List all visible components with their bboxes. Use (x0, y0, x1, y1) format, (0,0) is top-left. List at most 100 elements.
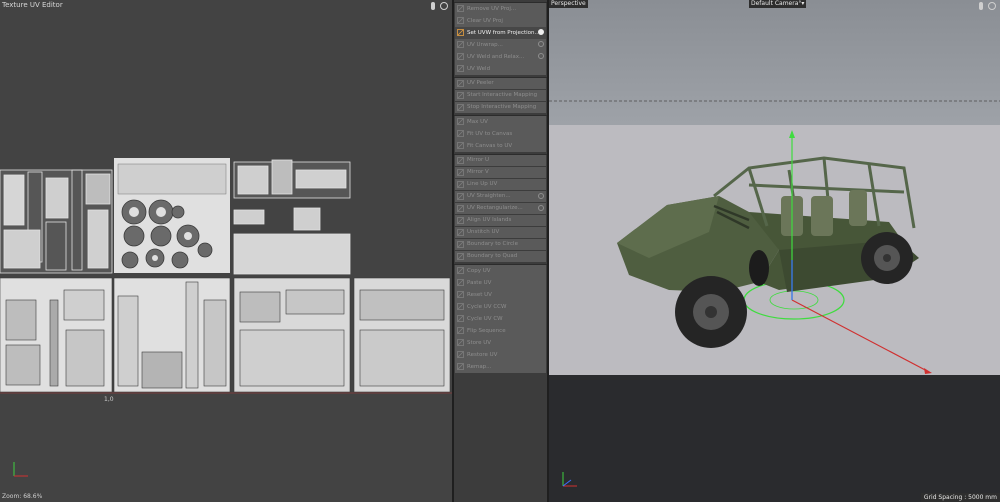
command-label: Boundary to Circle (467, 241, 518, 248)
command-group-1: Remove UV Proj... Clear UV Proj Set UVW fr… (454, 2, 547, 75)
command-label: Line Up UV (467, 181, 498, 188)
fit-uv-icon (457, 130, 464, 137)
command-label: Remap... (467, 363, 492, 370)
command-label: Boundary to Quad (467, 253, 518, 260)
uv-tile-top-left (0, 169, 113, 274)
command-button[interactable]: Align UV Islands (455, 214, 546, 226)
mid-wheel (749, 250, 769, 286)
uv-tile-bottom-mid (113, 277, 231, 393)
camera-name: Default Camera (751, 0, 799, 7)
flip-sequence-icon (457, 327, 464, 334)
rear-wheel (861, 232, 913, 284)
gear-icon[interactable] (538, 41, 544, 47)
command-button[interactable]: Fit UV to Canvas (455, 128, 546, 140)
gear-icon[interactable] (538, 204, 544, 211)
command-label: Unstitch UV (467, 229, 500, 236)
store-uv-icon (457, 339, 464, 346)
command-button[interactable]: Flip Sequence (455, 325, 546, 337)
perspective-viewport[interactable]: Perspective Default Camera°▾ Grid Spacin… (549, 0, 1000, 502)
max-uv-icon (457, 118, 464, 125)
command-button[interactable]: Copy UV (455, 265, 546, 277)
uv-tile-bottom-left (0, 277, 113, 393)
command-button[interactable]: Restore UV (455, 349, 546, 361)
command-button[interactable]: UV Straighten... (455, 190, 546, 202)
command-button[interactable]: Start Interactive Mapping (455, 89, 546, 101)
command-label: Restore UV (467, 351, 498, 358)
viewport-fullscreen-icon[interactable] (988, 2, 996, 10)
camera-dropdown-icon: °▾ (798, 0, 805, 7)
uv-weld-relax-icon (457, 53, 464, 60)
uv-rectangularize-icon (457, 204, 464, 212)
camera-selector[interactable]: Default Camera°▾ (749, 0, 807, 8)
command-label: Clear UV Proj (467, 17, 503, 24)
command-button[interactable]: Unstitch UV (455, 226, 546, 238)
unstitch-uv-icon (457, 228, 464, 236)
command-button[interactable]: Remap... (455, 361, 546, 373)
remap-icon (457, 363, 464, 370)
gear-icon[interactable] (538, 53, 544, 59)
command-button[interactable]: UV Unwrap... (455, 39, 546, 51)
command-button[interactable]: UV Peeler (455, 77, 546, 89)
remove-uv-icon (457, 5, 464, 12)
uv-straighten-icon (457, 192, 464, 200)
mirror-u-icon (457, 156, 464, 164)
uv-weld-icon (457, 65, 464, 72)
command-button[interactable]: Reset UV (455, 289, 546, 301)
command-button[interactable]: Line Up UV (455, 178, 546, 190)
command-button[interactable]: Clear UV Proj (455, 15, 546, 27)
command-label: Fit UV to Canvas (467, 130, 513, 137)
command-button[interactable]: Set UVW from Projection... (455, 27, 546, 39)
uv-tile-bottom-right (233, 277, 451, 393)
viewport-scene[interactable] (549, 0, 1000, 502)
command-button[interactable]: UV Weld (455, 63, 546, 75)
command-group-2: UV Peeler Start Interactive Mapping Stop I… (454, 76, 547, 113)
command-button[interactable]: Mirror U (455, 154, 546, 166)
set-uvw-icon (457, 29, 464, 36)
command-button[interactable]: UV Rectangularize... (455, 202, 546, 214)
align-islands-icon (457, 216, 464, 224)
view-name-label[interactable]: Perspective (549, 0, 588, 8)
command-button[interactable]: Store UV (455, 337, 546, 349)
command-label: Paste UV (467, 279, 492, 286)
command-label: Cycle UV CCW (467, 303, 507, 310)
uv-tile-top-right (233, 159, 351, 275)
uv-coord-label: 1,0 (104, 396, 114, 403)
viewport-header-icons (979, 2, 996, 10)
command-label: Max UV (467, 118, 488, 125)
command-button[interactable]: Remove UV Proj... (455, 3, 546, 15)
mirror-v-icon (457, 168, 464, 176)
restore-uv-icon (457, 351, 464, 358)
gear-icon[interactable] (538, 29, 544, 35)
command-group-3: Max UV Fit UV to Canvas Fit Canvas to UV (454, 115, 547, 152)
zoom-level: Zoom: 68.6% (2, 493, 43, 500)
clear-uv-icon (457, 17, 464, 24)
stop-mapping-icon (457, 103, 464, 111)
command-button[interactable]: Mirror V (455, 166, 546, 178)
line-up-uv-icon (457, 180, 464, 188)
viewport-pin-icon[interactable] (979, 2, 983, 10)
command-label: Remove UV Proj... (467, 5, 517, 12)
command-label: Cycle UV CW (467, 315, 503, 322)
command-button[interactable]: Stop Interactive Mapping (455, 101, 546, 113)
command-label: Align UV Islands (467, 217, 512, 224)
command-button[interactable]: Cycle UV CW (455, 313, 546, 325)
command-button[interactable]: Boundary to Circle (455, 238, 546, 250)
command-label: Fit Canvas to UV (467, 142, 513, 149)
uv-editor-panel[interactable]: Texture UV Editor 1,0 Zoom: 68.6% (0, 0, 452, 502)
command-button[interactable]: Boundary to Quad (455, 250, 546, 262)
uv-canvas[interactable] (0, 0, 452, 502)
command-label: UV Unwrap... (467, 41, 503, 48)
fit-canvas-icon (457, 142, 464, 149)
command-button[interactable]: Paste UV (455, 277, 546, 289)
command-group-5: Copy UV Paste UV Reset UV Cycle UV CCW Cycle… (454, 264, 547, 373)
uv-peeler-icon (457, 79, 464, 87)
uv-axis-icon (13, 462, 28, 477)
command-button[interactable]: UV Weld and Relax... (455, 51, 546, 63)
command-button[interactable]: Cycle UV CCW (455, 301, 546, 313)
start-mapping-icon (457, 91, 464, 99)
command-label: UV Peeler (467, 80, 494, 87)
command-label: UV Weld and Relax... (467, 53, 525, 60)
command-button[interactable]: Max UV (455, 116, 546, 128)
gear-icon[interactable] (538, 192, 544, 199)
command-button[interactable]: Fit Canvas to UV (455, 140, 546, 152)
